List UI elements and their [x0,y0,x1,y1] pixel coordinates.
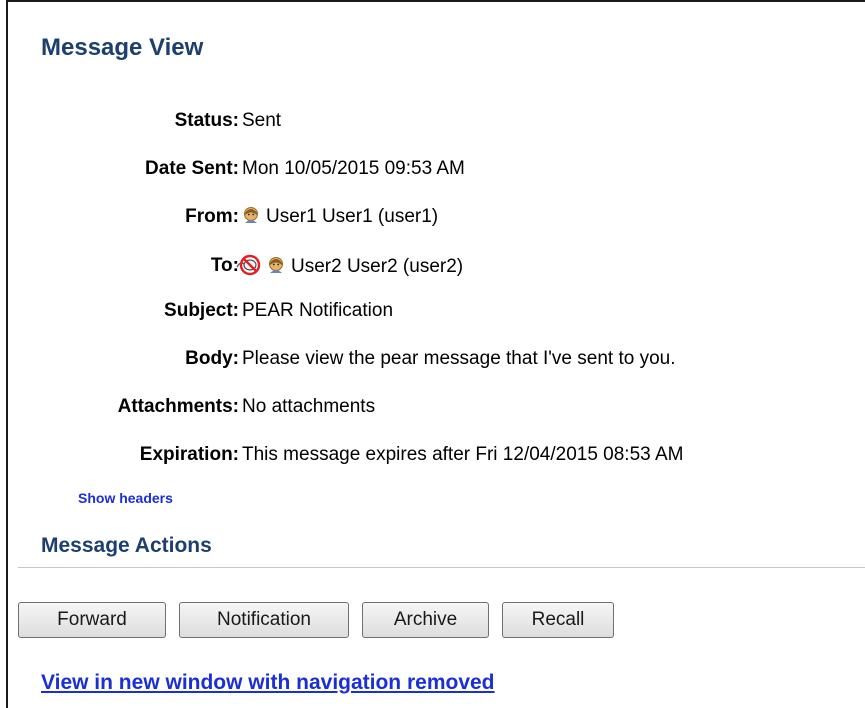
from-row: From: User1 User1 (user1) [8,205,865,229]
to-user-name: User2 User2 (user2) [291,256,464,277]
from-label: From: [185,206,239,227]
expiration-label: Expiration: [139,444,239,465]
user-icon [244,207,258,223]
body-label: Body: [185,348,239,369]
page-title: Message View [41,34,204,61]
forward-button[interactable]: Forward [18,602,166,638]
notification-button[interactable]: Notification [179,602,349,638]
section-divider [18,567,865,568]
expiration-value: This message expires after Fri 12/04/201… [242,444,684,465]
view-in-new-window-link[interactable]: View in new window with navigation remov… [41,671,495,695]
to-label: To: [210,255,239,276]
subject-value: PEAR Notification [242,300,394,321]
from-value: User1 User1 (user1) [242,205,438,229]
attachments-row: Attachments: No attachments [8,395,865,419]
status-label: Status: [174,110,239,131]
body-row: Body: Please view the pear message that … [8,347,865,371]
subject-label: Subject: [164,300,239,321]
expiration-row: Expiration: This message expires after F… [8,443,865,467]
date-sent-value: Mon 10/05/2015 09:53 AM [242,158,465,179]
to-row: To: User2 User2 (user2) [8,254,865,278]
date-sent-label: Date Sent: [145,158,239,179]
subject-row: Subject: PEAR Notification [8,299,865,323]
attachments-label: Attachments: [117,396,239,417]
from-user-name: User1 User1 (user1) [266,206,439,227]
status-row: Status: Sent [8,109,865,133]
archive-button[interactable]: Archive [362,602,489,638]
body-value: Please view the pear message that I've s… [242,348,676,369]
show-headers-link[interactable]: Show headers [78,490,173,506]
recall-button[interactable]: Recall [502,602,614,638]
message-actions-title: Message Actions [41,534,212,557]
not-read-icon [236,254,261,276]
status-value: Sent [242,110,282,131]
message-view-panel: Message View Status: Sent Date Sent: Mon… [6,0,865,708]
to-value: User2 User2 (user2) [236,254,463,279]
date-sent-row: Date Sent: Mon 10/05/2015 09:53 AM [8,157,865,181]
user-icon [269,257,283,273]
attachments-value: No attachments [242,396,376,417]
